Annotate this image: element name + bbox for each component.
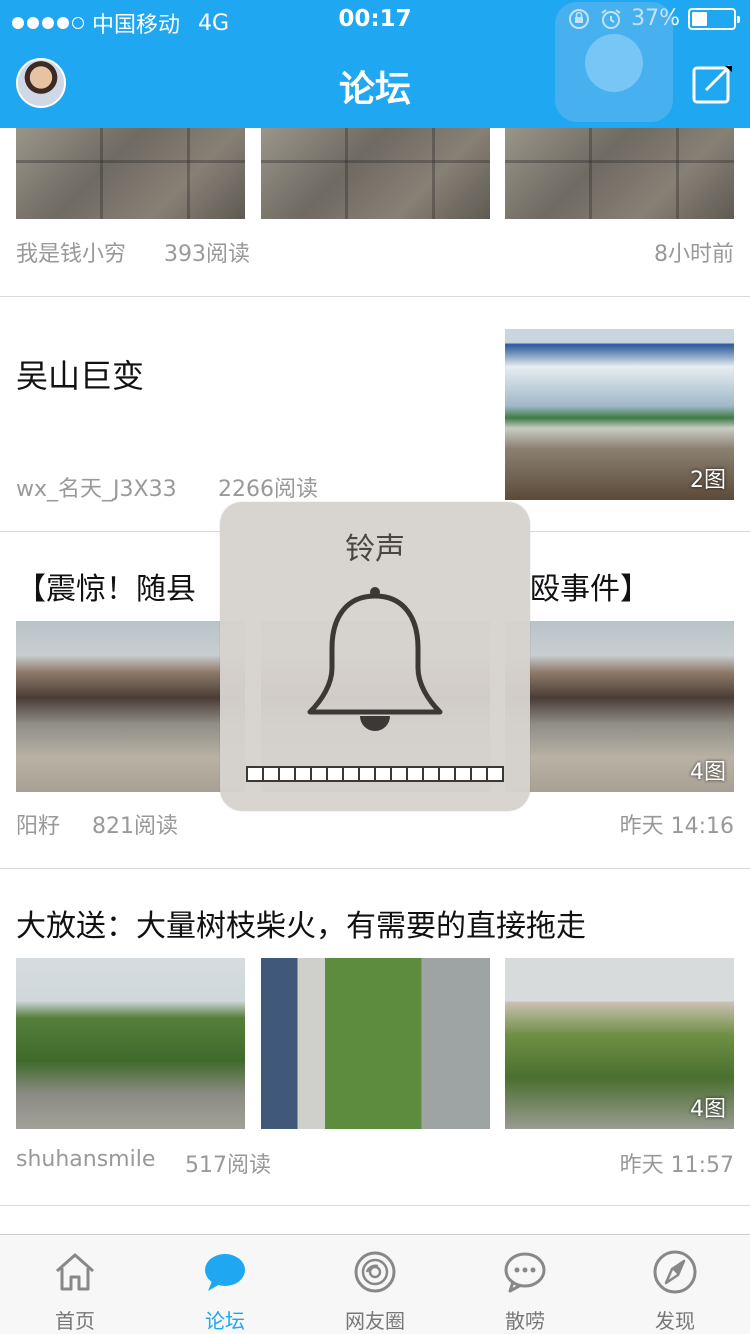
ringer-title: 铃声: [345, 532, 405, 567]
volume-segment: [280, 768, 294, 780]
assistive-touch-button[interactable]: [555, 2, 673, 122]
post-thumbnail[interactable]: [16, 958, 245, 1129]
post-thumbnail[interactable]: 4图: [505, 958, 734, 1129]
tab-label: 网友圈: [345, 1309, 405, 1333]
post-time: 8小时前: [654, 242, 734, 267]
tab-label: 首页: [55, 1309, 95, 1333]
volume-segment: [248, 768, 262, 780]
post-thumbnail[interactable]: [16, 621, 245, 792]
volume-segment: [344, 768, 358, 780]
post-read-count: 2266阅读: [218, 477, 318, 502]
image-count-badge: 4图: [690, 760, 726, 785]
post-time: 昨天 14:16: [619, 814, 734, 839]
post-title-tail[interactable]: 殴事件】: [530, 564, 650, 608]
battery-fill: [692, 11, 707, 26]
volume-segment: [408, 768, 422, 780]
compose-icon[interactable]: [692, 62, 734, 104]
post-thumbnail[interactable]: [505, 128, 734, 219]
battery-icon: [688, 7, 740, 30]
post-author[interactable]: 阳籽: [16, 808, 60, 840]
image-count-badge: 4图: [690, 1097, 726, 1122]
post-title[interactable]: 大放送：大量树枝柴火，有需要的直接拖走: [16, 901, 586, 945]
ringer-volume-hud: 铃声: [220, 502, 530, 811]
post-time: 昨天 11:57: [619, 1153, 734, 1178]
eye-circle-icon: [354, 1251, 396, 1293]
volume-level-bar: [246, 766, 504, 782]
post-thumbnail[interactable]: 2图: [505, 329, 734, 500]
volume-segment: [392, 768, 406, 780]
volume-segment: [440, 768, 454, 780]
tab-label: 论坛: [205, 1309, 245, 1333]
post-thumbnail[interactable]: 4图: [505, 621, 734, 792]
post-title[interactable]: 【震惊！随县: [16, 564, 196, 608]
bell-icon: [307, 587, 443, 731]
tab-bar: 首页 论坛 网友圈 散唠 发现: [0, 1234, 750, 1334]
ellipsis-bubble-icon: [504, 1252, 546, 1293]
post-read-count: 393阅读: [164, 242, 250, 267]
tab-friends-circle[interactable]: 网友圈: [300, 1235, 450, 1334]
volume-segment: [424, 768, 438, 780]
list-item[interactable]: 我是钱小穷 393阅读 8小时前: [0, 128, 750, 297]
post-author[interactable]: wx_名天_J3X33: [16, 471, 177, 503]
image-count-badge: 2图: [690, 468, 726, 493]
compass-icon: [653, 1250, 697, 1294]
volume-segment: [360, 768, 374, 780]
post-author[interactable]: shuhansmile: [16, 1147, 155, 1172]
post-thumbnail[interactable]: [261, 128, 490, 219]
volume-segment: [296, 768, 310, 780]
tab-label: 散唠: [505, 1309, 545, 1333]
volume-segment: [488, 768, 502, 780]
tab-forum[interactable]: 论坛: [150, 1235, 300, 1334]
volume-segment: [312, 768, 326, 780]
volume-segment: [456, 768, 470, 780]
list-item[interactable]: 吴山巨变 wx_名天_J3X33 2266阅读 2图: [0, 297, 750, 532]
volume-segment: [376, 768, 390, 780]
tab-discover[interactable]: 发现: [600, 1235, 750, 1334]
volume-segment: [328, 768, 342, 780]
post-read-count: 517阅读: [185, 1153, 271, 1178]
post-author[interactable]: 我是钱小穷: [16, 236, 126, 268]
post-read-count: 821阅读: [92, 814, 178, 839]
tab-chat[interactable]: 散唠: [450, 1235, 600, 1334]
home-icon: [56, 1253, 94, 1291]
tab-home[interactable]: 首页: [0, 1235, 150, 1334]
tab-label: 发现: [655, 1309, 695, 1333]
list-item[interactable]: 大放送：大量树枝柴火，有需要的直接拖走 4图 shuhansmile 517阅读…: [0, 869, 750, 1206]
post-thumbnail[interactable]: [16, 128, 245, 219]
volume-segment: [472, 768, 486, 780]
chat-bubble-icon: [205, 1254, 245, 1291]
post-title[interactable]: 吴山巨变: [16, 351, 144, 397]
volume-segment: [264, 768, 278, 780]
post-thumbnail[interactable]: [261, 958, 490, 1129]
